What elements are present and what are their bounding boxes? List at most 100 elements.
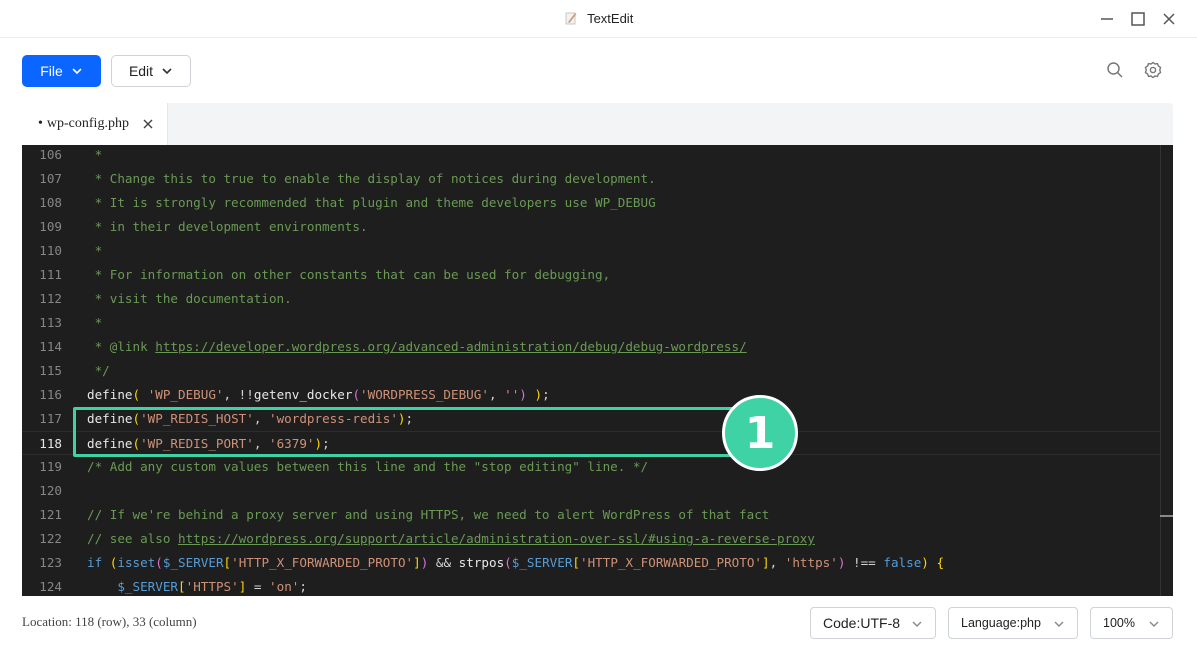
- chevron-down-icon: [72, 68, 82, 75]
- line-number: 110: [39, 243, 62, 258]
- code-token: /* Add any custom values between this li…: [87, 459, 649, 474]
- code-line[interactable]: 119 /* Add any custom values between this…: [22, 455, 1160, 479]
- line-number: 109: [39, 219, 62, 234]
- search-icon[interactable]: [1105, 60, 1125, 80]
- code-token: [: [178, 579, 186, 594]
- code-text: // If we're behind a proxy server and us…: [87, 503, 769, 527]
- code-text: * @link https://developer.wordpress.org/…: [87, 335, 747, 359]
- close-window-icon[interactable]: [1160, 10, 1178, 28]
- chevron-down-icon: [1149, 621, 1159, 627]
- line-number: 116: [39, 387, 62, 402]
- code-token: [: [223, 555, 232, 570]
- code-token: '': [504, 387, 520, 402]
- code-token: define: [87, 387, 133, 402]
- code-text: define( 'WP_DEBUG', !!getenv_docker('WOR…: [87, 383, 550, 407]
- code-token: (: [132, 387, 141, 402]
- chevron-down-icon: [1054, 621, 1064, 627]
- code-line[interactable]: 124 $_SERVER['HTTPS'] = 'on';: [22, 575, 1160, 596]
- code-line[interactable]: 122 // see also https://wordpress.org/sup…: [22, 527, 1160, 551]
- code-token: ;: [542, 387, 550, 402]
- code-token: * in their development environments.: [87, 219, 368, 234]
- tab-wp-config[interactable]: • wp-config.php: [22, 103, 168, 145]
- annotation-badge: 1: [722, 395, 798, 471]
- chevron-down-icon: [912, 621, 922, 627]
- line-number: 112: [39, 291, 62, 306]
- code-line[interactable]: 113 *: [22, 311, 1160, 335]
- edit-menu-label: Edit: [128, 63, 154, 79]
- code-token: ,: [769, 555, 785, 570]
- encoding-value: Code:UTF-8: [823, 615, 901, 631]
- code-text: if (isset($_SERVER['HTTP_X_FORWARDED_PRO…: [87, 551, 944, 575]
- maximize-icon[interactable]: [1129, 10, 1147, 28]
- code-text: *: [87, 145, 103, 167]
- code-line[interactable]: 123 if (isset($_SERVER['HTTP_X_FORWARDED_…: [22, 551, 1160, 575]
- code-token: 'https': [784, 555, 838, 570]
- code-line[interactable]: 107 * Change this to true to enable the …: [22, 167, 1160, 191]
- code-token: https://wordpress.org/support/article/ad…: [178, 531, 815, 546]
- code-text: * It is strongly recommended that plugin…: [87, 191, 656, 215]
- vertical-scrollbar[interactable]: [1160, 145, 1173, 596]
- code-token: * Change this to true to enable the disp…: [87, 171, 656, 186]
- pencil-note-icon: [565, 12, 577, 25]
- code-text: * in their development environments.: [87, 215, 368, 239]
- line-number: 124: [39, 579, 62, 594]
- encoding-select[interactable]: Code:UTF-8: [810, 607, 936, 639]
- code-text: *: [87, 239, 103, 263]
- code-token: * visit the documentation.: [87, 291, 292, 306]
- code-token: strpos: [458, 555, 505, 570]
- code-token: ]: [762, 555, 770, 570]
- line-number: 107: [39, 171, 62, 186]
- code-token: 'HTTPS': [185, 579, 239, 594]
- minimize-icon[interactable]: [1098, 10, 1116, 28]
- edit-menu-button[interactable]: Edit: [111, 55, 191, 87]
- code-token: ): [519, 387, 527, 402]
- code-token: (: [504, 555, 512, 570]
- file-menu-button[interactable]: File: [22, 55, 101, 87]
- code-text: * visit the documentation.: [87, 287, 292, 311]
- code-line[interactable]: 110 *: [22, 239, 1160, 263]
- zoom-select[interactable]: 100%: [1090, 607, 1173, 639]
- code-editor[interactable]: 106 * 107 * Change this to true to enable…: [22, 145, 1173, 596]
- code-token: * @link: [87, 339, 156, 354]
- code-token: ,: [488, 387, 505, 402]
- code-line[interactable]: 120: [22, 479, 1160, 503]
- line-number: 122: [39, 531, 62, 546]
- code-line[interactable]: 109 * in their development environments.: [22, 215, 1160, 239]
- line-number: 121: [39, 507, 62, 522]
- code-token: [: [572, 555, 581, 570]
- code-token: 'WP_DEBUG': [147, 387, 224, 402]
- code-token: =: [246, 579, 270, 594]
- title-bar: TextEdit: [0, 0, 1197, 38]
- line-number: 106: [39, 147, 62, 162]
- code-token: 'HTTP_X_FORWARDED_PROTO': [580, 555, 762, 570]
- code-line[interactable]: 114 * @link https://developer.wordpress.…: [22, 335, 1160, 359]
- code-token: (: [352, 387, 361, 402]
- code-token: 'WORDPRESS_DEBUG': [360, 387, 489, 402]
- gear-icon[interactable]: [1143, 60, 1163, 80]
- code-line[interactable]: 112 * visit the documentation.: [22, 287, 1160, 311]
- code-line[interactable]: 121 // If we're behind a proxy server and…: [22, 503, 1160, 527]
- code-line[interactable]: 116 define( 'WP_DEBUG', !!getenv_docker('…: [22, 383, 1160, 407]
- file-menu-label: File: [40, 63, 63, 79]
- code-token: // If we're behind a proxy server and us…: [87, 507, 770, 522]
- chevron-down-icon: [162, 68, 172, 75]
- code-line[interactable]: 111 * For information on other constants…: [22, 263, 1160, 287]
- code-line[interactable]: 108 * It is strongly recommended that pl…: [22, 191, 1160, 215]
- code-line[interactable]: 115 */: [22, 359, 1160, 383]
- code-token: !==: [845, 555, 884, 570]
- code-token: ): [534, 387, 543, 402]
- line-number: 117: [39, 411, 62, 426]
- line-number: 111: [39, 267, 62, 282]
- code-token: , !!: [223, 387, 254, 402]
- code-token: 'HTTP_X_FORWARDED_PROTO': [231, 555, 414, 570]
- code-line[interactable]: 106 *: [22, 145, 1160, 167]
- scrollbar-thumb[interactable]: [1160, 515, 1173, 517]
- code-token: // see also: [87, 531, 178, 546]
- code-token: ]: [413, 555, 421, 570]
- language-select[interactable]: Language:php: [948, 607, 1078, 639]
- close-icon[interactable]: [141, 117, 155, 131]
- cursor-location: Location: 118 (row), 33 (column): [22, 614, 197, 629]
